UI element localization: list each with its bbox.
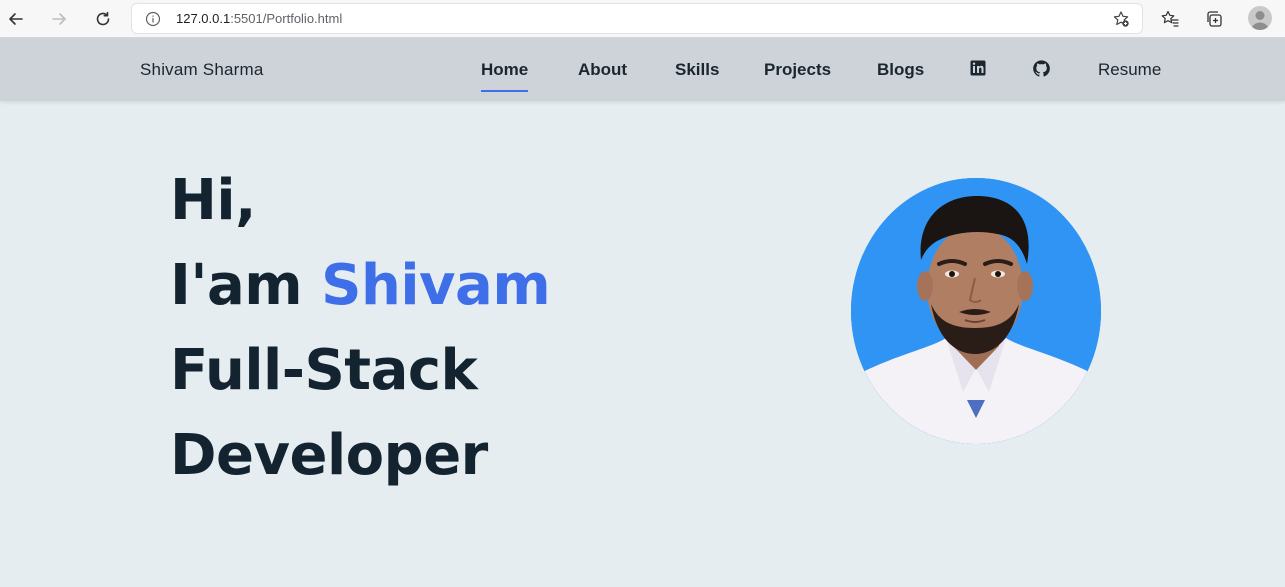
address-bar[interactable]: 127.0.0.1:5501/Portfolio.html bbox=[131, 3, 1143, 34]
back-icon[interactable] bbox=[4, 7, 28, 31]
site-header: Shivam Sharma Home About Skills Projects… bbox=[0, 38, 1285, 101]
nav-skills[interactable]: Skills bbox=[675, 60, 719, 80]
hero-role-line2: Developer bbox=[170, 423, 488, 488]
reload-icon[interactable] bbox=[91, 7, 115, 31]
nav-home[interactable]: Home bbox=[481, 60, 529, 92]
collections-icon[interactable] bbox=[1203, 8, 1225, 30]
browser-toolbar: 127.0.0.1:5501/Portfolio.html bbox=[0, 0, 1285, 38]
add-favorite-icon[interactable] bbox=[1112, 10, 1130, 28]
url-host: 127.0.0.1 bbox=[176, 11, 231, 26]
brand-name[interactable]: Shivam Sharma bbox=[140, 60, 264, 80]
hero-role-line1: Full-Stack bbox=[170, 338, 478, 403]
nav-resume[interactable]: Resume bbox=[1098, 60, 1161, 80]
hero-name: Shivam bbox=[321, 253, 551, 318]
info-icon[interactable] bbox=[145, 11, 161, 27]
linkedin-icon[interactable] bbox=[970, 60, 988, 78]
hero-greeting: Hi, bbox=[170, 168, 256, 233]
nav-blogs[interactable]: Blogs bbox=[877, 60, 924, 80]
forward-icon[interactable] bbox=[47, 7, 71, 31]
favorites-icon[interactable] bbox=[1159, 8, 1181, 30]
hero-intro-prefix: I'am bbox=[170, 253, 322, 318]
url-text: 127.0.0.1:5501/Portfolio.html bbox=[176, 11, 342, 26]
profile-photo bbox=[851, 178, 1101, 444]
nav-about[interactable]: About bbox=[578, 60, 627, 80]
hero-intro: I'am Shivam bbox=[170, 258, 551, 314]
url-path: :5501/Portfolio.html bbox=[230, 11, 343, 26]
github-icon[interactable] bbox=[1033, 60, 1051, 78]
nav-projects[interactable]: Projects bbox=[764, 60, 831, 80]
profile-icon[interactable] bbox=[1248, 6, 1272, 30]
